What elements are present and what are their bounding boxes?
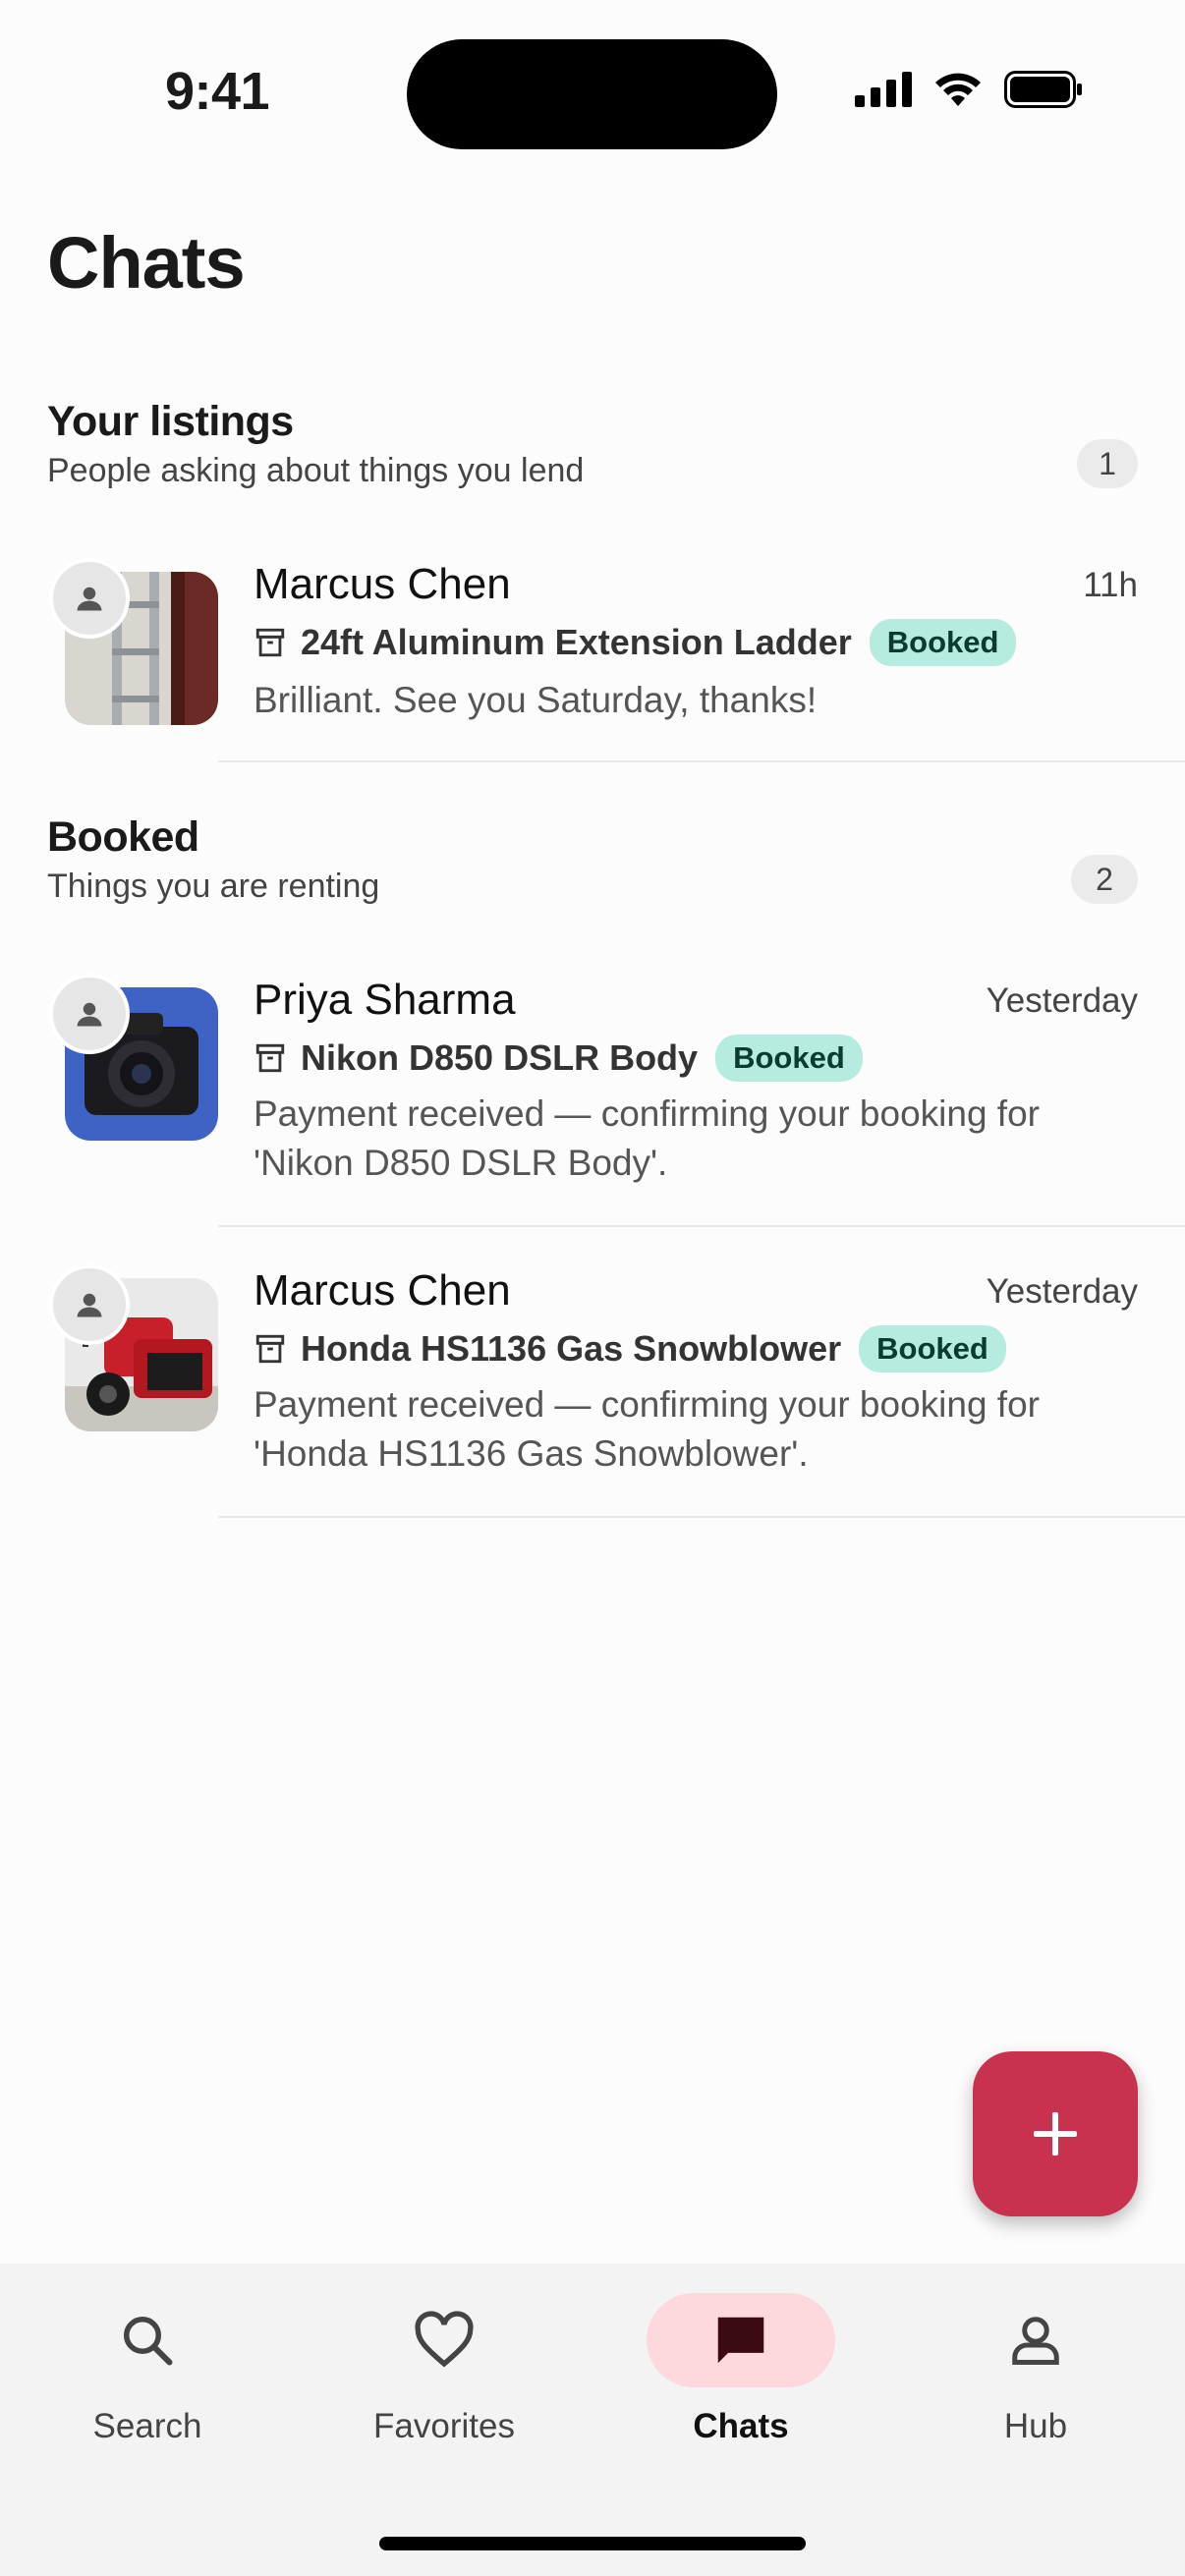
section-header-booked: Booked Things you are renting 2 [47, 813, 1138, 912]
person-icon [77, 1293, 102, 1317]
chat-item-title: 24ft Aluminum Extension Ladder [301, 622, 852, 662]
heart-icon [415, 2311, 474, 2368]
nav-item-chats[interactable]: Chats [613, 2293, 869, 2490]
chat-contact-name: Priya Sharma [254, 976, 516, 1024]
nav-label: Hub [1003, 2407, 1068, 2445]
divider [218, 760, 1185, 762]
archive-box-icon [255, 1334, 285, 1364]
avatar [49, 558, 130, 639]
nav-label: Search [92, 2407, 202, 2445]
chat-timestamp: Yesterday [986, 981, 1138, 1020]
nav-item-favorites[interactable]: Favorites [316, 2293, 572, 2490]
status-badge: Booked [715, 1035, 863, 1082]
section-subtitle: People asking about things you lend [47, 452, 585, 489]
search-icon [124, 2317, 173, 2366]
section-header-your-listings: Your listings People asking about things… [47, 398, 1138, 496]
person-icon [77, 1002, 102, 1027]
nav-icon-container [941, 2293, 1130, 2387]
chat-timestamp: 11h [1083, 566, 1138, 604]
divider [218, 1225, 1185, 1227]
chat-row[interactable]: Priya Sharma Yesterday Nikon D850 DSLR B… [0, 956, 1185, 1227]
archive-box-icon [255, 1043, 285, 1073]
avatar [49, 974, 130, 1054]
plus-icon [1034, 2112, 1077, 2156]
cellular-signal-icon [855, 72, 912, 107]
battery-icon [1004, 71, 1082, 108]
nav-icon-container [53, 2293, 242, 2387]
person-icon [1012, 2317, 1059, 2365]
chat-row[interactable]: Marcus Chen 11h 24ft Aluminum Extension … [0, 540, 1185, 762]
status-time: 9:41 [165, 62, 270, 121]
nav-item-search[interactable]: Search [20, 2293, 275, 2490]
chat-contact-name: Marcus Chen [254, 1266, 511, 1315]
status-bar: 9:41 [0, 0, 1185, 196]
chat-item-line: Honda HS1136 Gas Snowblower Booked [254, 1325, 1006, 1372]
chat-contact-name: Marcus Chen [254, 560, 511, 608]
person-icon [77, 587, 102, 611]
status-badge: Booked [869, 619, 1017, 666]
chat-bubble-icon [717, 2317, 764, 2364]
section-count-badge: 2 [1071, 855, 1138, 904]
chat-item-title: Honda HS1136 Gas Snowblower [301, 1328, 842, 1369]
nav-item-hub[interactable]: Hub [908, 2293, 1163, 2490]
status-icons [855, 71, 1083, 108]
section-title: Booked [47, 813, 199, 861]
nav-icon-container [647, 2293, 835, 2387]
status-badge: Booked [859, 1325, 1006, 1372]
nav-icon-container [350, 2293, 538, 2387]
chat-message-preview: Brilliant. See you Saturday, thanks! [254, 680, 818, 720]
avatar [49, 1264, 130, 1345]
new-chat-button[interactable] [973, 2051, 1138, 2216]
section-subtitle: Things you are renting [47, 868, 380, 905]
divider [218, 1516, 1185, 1518]
chat-message-preview: Payment received — confirming your booki… [254, 1384, 1040, 1474]
nav-label: Favorites [373, 2407, 515, 2445]
bottom-nav: Search Favorites Chats Hub [0, 2264, 1185, 2576]
chat-message-preview: Payment received — confirming your booki… [254, 1093, 1040, 1183]
chat-row[interactable]: Marcus Chen Yesterday Honda HS1136 Gas S… [0, 1249, 1185, 1520]
wifi-icon [935, 73, 981, 106]
section-count-badge: 1 [1077, 439, 1138, 488]
page-title: Chats [47, 222, 246, 304]
section-title: Your listings [47, 398, 294, 445]
nav-label: Chats [693, 2407, 789, 2445]
dynamic-island [407, 39, 777, 149]
home-indicator [379, 2537, 806, 2550]
chat-timestamp: Yesterday [986, 1272, 1138, 1311]
chat-item-title: Nikon D850 DSLR Body [301, 1037, 699, 1078]
archive-box-icon [255, 628, 285, 657]
chat-item-line: 24ft Aluminum Extension Ladder Booked [254, 619, 1017, 666]
chat-item-line: Nikon D850 DSLR Body Booked [254, 1035, 863, 1082]
